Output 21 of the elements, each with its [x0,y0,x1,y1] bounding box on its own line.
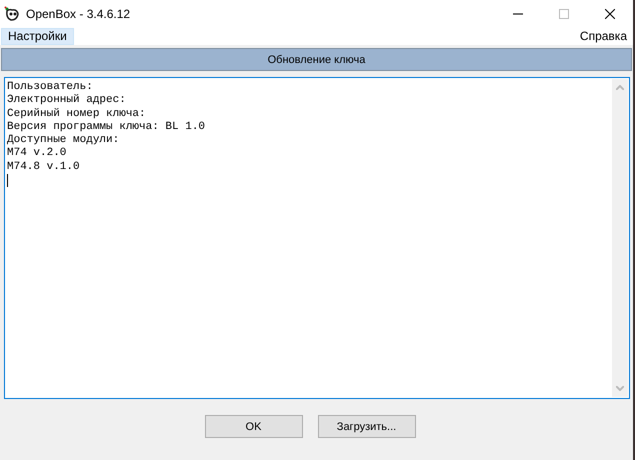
dialog-button[interactable]: OK [204,415,302,438]
header-title: Обновление ключа [268,54,366,66]
close-icon[interactable] [605,9,615,19]
scrollbar[interactable] [612,79,628,397]
text-line: Электронный адрес: [7,94,127,108]
menu-item[interactable]: Настройки [1,28,74,45]
text-cursor [7,174,8,188]
text-line: Пользователь: [7,81,94,94]
scroll-up-icon[interactable] [616,85,624,90]
window-title: OpenBox - 3.4.6.12 [26,7,130,21]
text-line: Серийный номер ключа: [7,108,147,121]
dialog-button[interactable]: Загрузить... [318,415,416,438]
text-line: M74.8 v.1.0 [7,160,81,174]
text-line: M74 v.2.0 [7,147,68,161]
text-line: Доступные модули: [7,134,120,148]
text-area[interactable]: Пользователь: Электронный адрес: Серийный номер ключа: Версия программы ключа: BL 1.0 Доступные модули: M74 v.2.0 M74.8 v.1.0 [4,77,630,399]
app-logo-icon [4,6,20,22]
text-line: Версия программы ключа: BL 1.0 [7,120,206,134]
maximize-icon[interactable] [559,9,569,19]
scroll-down-icon[interactable] [616,386,624,391]
menu-item[interactable]: Справка [574,28,633,45]
